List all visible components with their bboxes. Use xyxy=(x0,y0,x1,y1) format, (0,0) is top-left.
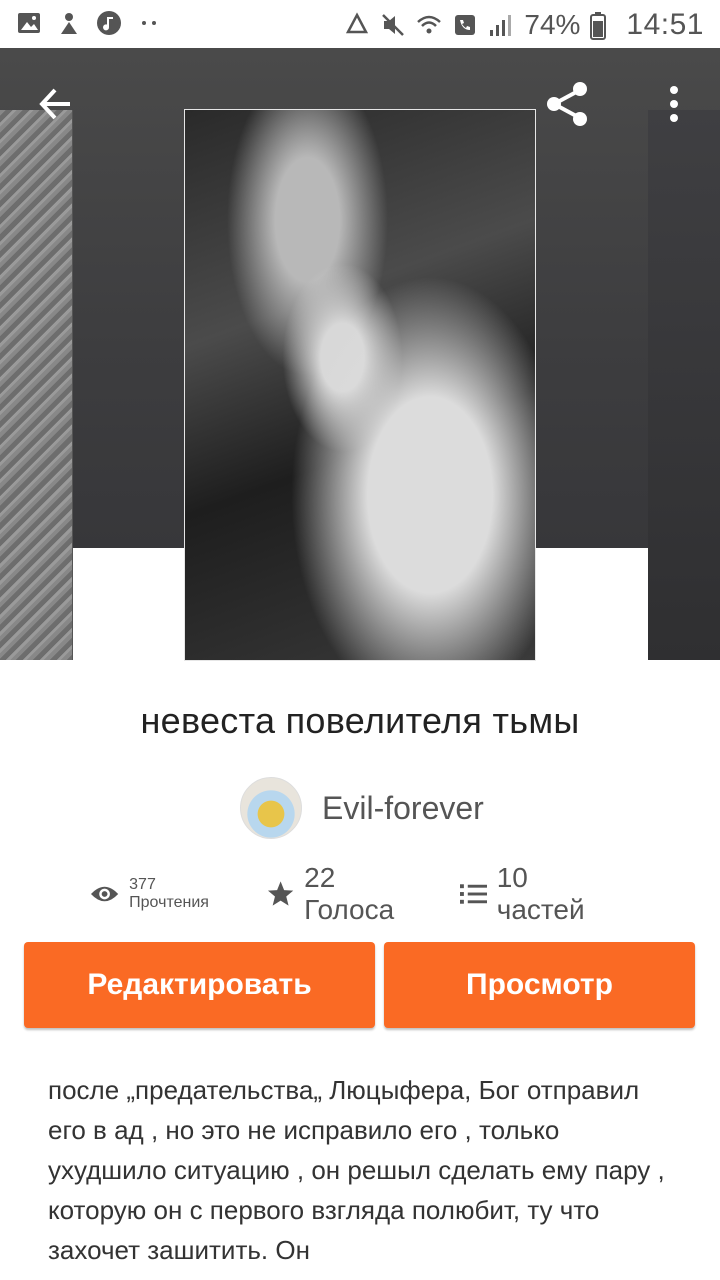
status-bar: 74% 14:51 xyxy=(0,0,720,48)
author-link[interactable]: Evil-forever xyxy=(240,777,484,839)
gift-icon xyxy=(56,10,82,36)
share-button[interactable] xyxy=(540,76,596,132)
votes-count: 22 Голоса xyxy=(304,862,395,925)
author-avatar[interactable] xyxy=(240,777,302,839)
list-icon xyxy=(459,884,487,904)
votes-stat: 22 Голоса xyxy=(267,862,430,926)
status-right-icons: 74% 14:51 xyxy=(344,8,704,42)
dots-icon xyxy=(136,10,162,36)
battery-icon xyxy=(590,12,616,40)
author-name[interactable]: Evil-forever xyxy=(322,790,484,827)
parts-count: 10 частей xyxy=(496,862,585,925)
next-story-cover[interactable] xyxy=(648,110,720,660)
arrow-left-icon xyxy=(39,88,70,120)
parts-stat: 10 частей xyxy=(459,862,620,926)
share-icon xyxy=(547,82,587,126)
battery-percent: 74% xyxy=(524,9,581,40)
story-description: после „предательства„ Люцыфера, Бог отпр… xyxy=(48,1075,665,1265)
previous-story-cover[interactable] xyxy=(0,110,73,660)
star-icon xyxy=(267,881,294,906)
edit-button[interactable]: Редактировать xyxy=(24,942,375,1028)
story-cover-image xyxy=(185,110,535,660)
story-title: невеста повелителя тьмы xyxy=(140,700,580,741)
reads-count: 377 Прочтения xyxy=(129,876,209,911)
reads-stat: 377 Прочтения xyxy=(90,876,237,912)
clock: 14:51 xyxy=(626,8,704,41)
more-options-button[interactable] xyxy=(646,76,702,132)
signal-icon xyxy=(488,12,514,38)
image-icon xyxy=(16,10,42,36)
wifi-call-icon xyxy=(416,12,442,38)
phone-icon xyxy=(452,12,478,38)
back-button[interactable] xyxy=(28,76,84,132)
eye-icon xyxy=(90,886,119,902)
status-left-icons xyxy=(16,10,162,36)
view-button[interactable]: Просмотр xyxy=(384,942,695,1028)
music-icon xyxy=(96,10,122,36)
recycle-icon xyxy=(344,12,370,38)
more-vertical-icon xyxy=(670,86,678,122)
mute-icon xyxy=(380,12,406,38)
story-stats: 377 Прочтения 22 Голоса 10 частей xyxy=(90,862,650,925)
